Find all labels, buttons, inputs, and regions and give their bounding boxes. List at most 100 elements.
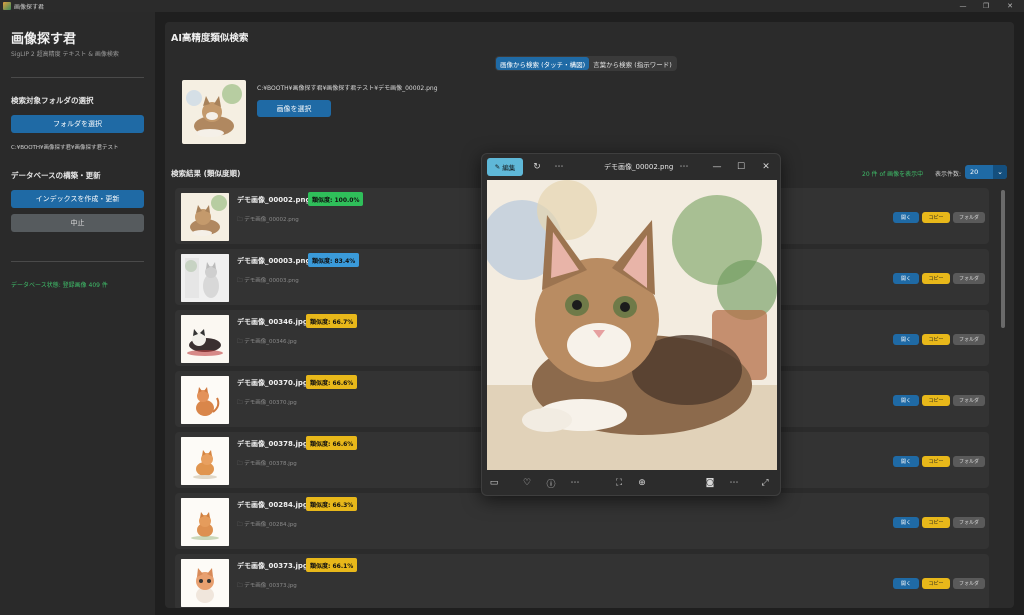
copy-button[interactable]: コピー [922,273,950,284]
more-icon[interactable]: ⋯ [727,476,741,490]
more-icon[interactable]: ⋯ [568,476,582,490]
info-icon[interactable]: ⓘ [544,476,558,490]
query-image [182,80,246,144]
result-row[interactable]: デモ画像_00373.jpg 類似度: 66.1% 🗀 デモ画像_00373.jpg… [175,554,989,608]
open-folder-button[interactable]: フォルダ [953,456,985,467]
result-thumbnail[interactable] [181,498,229,546]
divider [11,77,144,78]
fit-icon[interactable]: ⛶ [612,476,626,490]
similarity-badge: 類似度: 66.6% [306,375,358,389]
image-viewer-window: ✎ 編集 ↻ ⋯ デモ画像_00002.png ⋯ — ☐ ✕ ▭ ♡ ⓘ ⋯ … [481,153,781,496]
result-path-text: デモ画像_00284.jpg [244,522,297,528]
result-path-text: デモ画像_00346.jpg [244,339,297,345]
window-title: 画像探す君 [14,3,45,11]
copy-button[interactable]: コピー [922,456,950,467]
result-path-text: デモ画像_00373.jpg [244,583,297,589]
sidebar: 画像探す君 SigLIP 2 超高精度 テキスト & 画像検索 検索対象フォルダ… [0,12,155,615]
open-folder-button[interactable]: フォルダ [953,578,985,589]
display-count-label: 表示件数: [935,171,962,178]
select-folder-button[interactable]: フォルダを選択 [11,115,144,133]
similarity-badge: 類似度: 66.7% [306,314,358,328]
result-path: 🗀 デモ画像_00378.jpg [237,459,297,469]
rotate-icon[interactable]: ↻ [530,160,544,174]
open-folder-button[interactable]: フォルダ [953,517,985,528]
copy-button[interactable]: コピー [922,517,950,528]
result-path-text: デモ画像_00003.png [244,278,299,284]
result-filename: デモ画像_00002.png [237,196,311,204]
tab-image-search[interactable]: 画像から検索 (タッチ・構図) [496,57,590,70]
open-button[interactable]: 開く [893,578,919,589]
result-path: 🗀 デモ画像_00373.jpg [237,581,297,591]
open-button[interactable]: 開く [893,212,919,223]
edit-icon: ✎ [494,163,501,171]
open-button[interactable]: 開く [893,334,919,345]
results-count: 20 件 of 画像を表示中 [862,171,924,178]
result-path: 🗀 デモ画像_00370.jpg [237,398,297,408]
filmstrip-icon[interactable]: ▭ [487,476,501,490]
copy-button[interactable]: コピー [922,578,950,589]
query-image-path: C:¥BOOTH¥画像探す君¥画像探す君テスト¥デモ画像_00002.png [257,85,438,92]
display-count-select[interactable]: 20 ⌄ [965,165,1007,179]
similarity-badge: 類似度: 66.1% [306,558,358,572]
restore-icon[interactable]: ❐ [976,0,996,12]
similarity-badge: 類似度: 83.4% [308,253,360,267]
more-icon[interactable]: ⋯ [677,160,691,174]
result-path-text: デモ画像_00378.jpg [244,461,297,467]
results-heading: 検索結果 (類似度順) [171,169,241,178]
page-title: AI高精度類似検索 [171,33,249,44]
close-icon[interactable]: ✕ [759,160,773,174]
zoom-icon[interactable]: ⊕ [635,476,649,490]
result-thumbnail[interactable] [181,193,229,241]
open-folder-button[interactable]: フォルダ [953,395,985,406]
results-scrollbar[interactable] [1001,190,1005,328]
open-button[interactable]: 開く [893,273,919,284]
result-thumbnail[interactable] [181,437,229,485]
result-path: 🗀 デモ画像_00284.jpg [237,520,297,530]
minimize-icon[interactable]: — [953,0,973,12]
app-subtitle: SigLIP 2 超高精度 テキスト & 画像検索 [11,51,119,58]
more-icon[interactable]: ⋯ [552,160,566,174]
maximize-icon[interactable]: ☐ [734,160,748,174]
stop-button[interactable]: 中止 [11,214,144,232]
result-thumbnail[interactable] [181,376,229,424]
folder-path: C:¥BOOTH¥画像探す君¥画像探す君テスト [11,145,119,151]
result-path-text: デモ画像_00002.png [244,217,299,223]
result-path-text: デモ画像_00370.jpg [244,400,297,406]
open-folder-button[interactable]: フォルダ [953,334,985,345]
close-icon[interactable]: ✕ [1000,0,1020,12]
open-folder-button[interactable]: フォルダ [953,212,985,223]
open-button[interactable]: 開く [893,517,919,528]
copy-button[interactable]: コピー [922,334,950,345]
result-filename: デモ画像_00370.jpg [237,379,308,387]
title-bar: 画像探す君 — ❐ ✕ [0,0,1024,12]
divider [11,261,144,262]
result-path: 🗀 デモ画像_00002.png [237,215,299,225]
copy-button[interactable]: コピー [922,212,950,223]
camera-icon[interactable]: ◙ [703,476,717,490]
fullscreen-icon[interactable]: ⤢ [758,476,772,490]
chevron-down-icon[interactable]: ⌄ [993,165,1007,179]
result-thumbnail[interactable] [181,315,229,363]
display-count-value: 20 [970,168,979,176]
app-title: 画像探す君 [11,32,77,47]
result-thumbnail[interactable] [181,254,229,302]
result-filename: デモ画像_00373.jpg [237,562,308,570]
heart-icon[interactable]: ♡ [520,476,534,490]
open-button[interactable]: 開く [893,395,919,406]
open-button[interactable]: 開く [893,456,919,467]
result-thumbnail[interactable] [181,559,229,607]
minimize-icon[interactable]: — [710,160,724,174]
result-path: 🗀 デモ画像_00346.jpg [237,337,297,347]
similarity-badge: 類似度: 66.3% [306,497,358,511]
search-mode-tabs: 画像から検索 (タッチ・構図) 言葉から検索 (指示ワード) [495,56,677,71]
open-folder-button[interactable]: フォルダ [953,273,985,284]
tab-text-search[interactable]: 言葉から検索 (指示ワード) [589,57,676,70]
result-row[interactable]: デモ画像_00284.jpg 類似度: 66.3% 🗀 デモ画像_00284.jpg… [175,493,989,549]
copy-button[interactable]: コピー [922,395,950,406]
db-status: データベース状態: 登録画像 409 件 [11,282,108,289]
edit-button[interactable]: ✎ 編集 [487,158,523,176]
build-index-button[interactable]: インデックスを作成・更新 [11,190,144,208]
result-filename: デモ画像_00003.png [237,257,311,265]
select-image-button[interactable]: 画像を選択 [257,100,331,117]
viewer-image [487,180,777,470]
